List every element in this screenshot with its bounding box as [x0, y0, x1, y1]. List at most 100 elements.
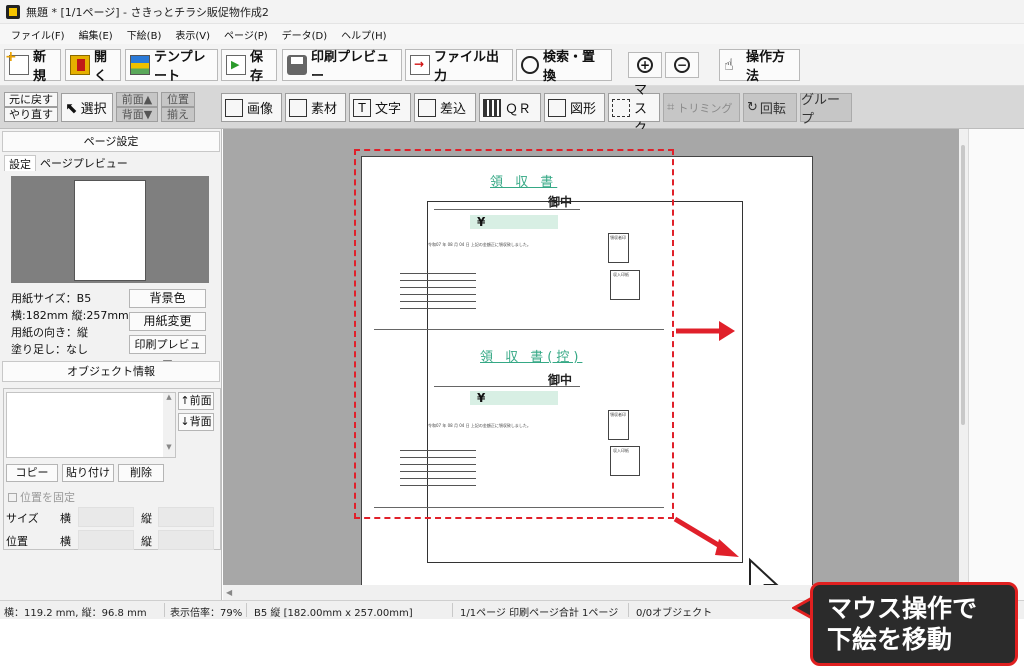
menu-background[interactable]: 下絵(B)	[120, 27, 169, 42]
scroll-left-icon[interactable]: ◀	[226, 588, 232, 597]
order-group: 前面▲ 背面▼	[116, 92, 158, 123]
change-paper-button[interactable]: 用紙変更	[129, 312, 206, 331]
page-info: 1/1ページ 印刷ページ合計 1ページ	[460, 608, 619, 619]
search-icon	[521, 56, 539, 74]
zoom-in-icon: +	[637, 57, 653, 73]
redo-button[interactable]: やり直す	[4, 107, 58, 122]
size-row: サイズ 横 縦	[4, 506, 220, 528]
zoom-level: 表示倍率：79%	[170, 608, 243, 619]
undo-redo-group: 元に戻す やり直す	[4, 92, 58, 123]
paste-button[interactable]: 貼り付け	[62, 464, 114, 482]
howto-button[interactable]: ☝ 操作方法	[719, 49, 800, 84]
edit-toolbar: 元に戻す やり直す ⬉ 選択 前面▲ 背面▼ 位置 揃え 画像 素材 T 文字 …	[0, 83, 1024, 136]
align-button[interactable]: 位置 揃え	[161, 92, 195, 123]
undo-button[interactable]: 元に戻す	[4, 92, 58, 107]
page-settings-tabs: 設定 ページプレビュー	[4, 155, 132, 171]
object-list-scrollbar[interactable]: ▲ ▼	[163, 393, 175, 457]
crop-icon: ⌗	[667, 100, 675, 115]
orientation-text: 用紙の向き：縦	[11, 326, 88, 339]
qr-code-icon	[483, 98, 501, 117]
delete-button[interactable]: 削除	[118, 464, 164, 482]
object-back-button[interactable]: ↓背面	[178, 413, 214, 431]
callout-line2: 下絵を移動	[827, 625, 953, 654]
object-list[interactable]: ▲ ▼	[6, 392, 176, 458]
size-width-field[interactable]	[78, 507, 134, 527]
page-thumbnail-area	[11, 176, 209, 283]
save-icon	[226, 55, 246, 75]
lock-position-checkbox[interactable]: 位置を固定	[8, 489, 75, 505]
background-color-button[interactable]: 背景色	[129, 289, 206, 308]
paper-dimensions-text: 横:182mm 縦:257mm	[11, 309, 129, 322]
object-front-button[interactable]: ↑前面	[178, 392, 214, 410]
template-button[interactable]: テンプレート	[125, 49, 218, 84]
text-t-icon: T	[353, 98, 371, 117]
menu-help[interactable]: ヘルプ(H)	[334, 27, 393, 42]
callout-line1: マウス操作で	[827, 594, 978, 623]
shape-icon	[548, 98, 566, 117]
insert-data-button[interactable]: 差込	[414, 93, 476, 122]
new-button[interactable]: 新規	[4, 49, 61, 84]
size-height-field[interactable]	[158, 507, 214, 527]
position-x-field[interactable]	[78, 530, 134, 550]
rotate-button[interactable]: ↻ 回転	[743, 93, 797, 122]
design-canvas[interactable]: 領 収 書 御中 ¥ 令和07 年 08 月 04 日 上記の金額正に領収致しま…	[223, 129, 959, 585]
file-export-icon	[410, 55, 430, 75]
file-export-button[interactable]: ファイル出力	[405, 49, 513, 84]
bring-front-button[interactable]: 前面▲	[116, 92, 158, 107]
trimming-button[interactable]: ⌗ トリミング	[663, 93, 740, 122]
material-icon	[289, 98, 307, 117]
bleed-text: 塗り足し：なし	[11, 343, 88, 356]
tab-page-preview[interactable]: ページプレビュー	[36, 155, 132, 171]
paper-info: B5 縦 [182.00mm x 257.00mm]	[254, 608, 413, 619]
zoom-out-icon: −	[674, 57, 690, 73]
shape-button[interactable]: 図形	[544, 93, 605, 122]
search-replace-button[interactable]: 検索・置換	[516, 49, 612, 84]
print-preview-button[interactable]: 印刷プレビュー	[282, 49, 402, 84]
cursor-coordinates: 横：119.2 mm, 縦：96.8 mm	[4, 608, 147, 619]
object-info-header: オブジェクト情報	[2, 361, 220, 382]
select-button[interactable]: ⬉ 選択	[61, 93, 113, 122]
hand-pointer-icon: ☝	[724, 55, 734, 74]
group-button[interactable]: グループ	[800, 93, 852, 127]
right-arrow-icon	[676, 321, 735, 341]
paper-size-text: 用紙サイズ：B5	[11, 292, 92, 305]
app-logo-icon	[6, 4, 20, 19]
title-bar: 無題 * [1/1ページ] - さきっとチラシ販促物作成2	[0, 0, 1024, 24]
cursor-arrow-icon: ⬉	[65, 98, 78, 117]
open-button[interactable]: 開く	[65, 49, 121, 84]
image-icon	[225, 98, 243, 117]
scroll-down-icon: ▼	[166, 443, 172, 451]
menu-page[interactable]: ページ(P)	[217, 27, 275, 42]
open-door-icon	[70, 55, 90, 75]
scroll-up-icon: ▲	[166, 393, 172, 401]
object-count: 0/0オブジェクト	[636, 608, 713, 619]
template-icon	[130, 55, 150, 75]
object-info-panel: ▲ ▼ ↑前面 ↓背面 コピー 貼り付け 削除 位置を固定 サイズ 横 縦 位置…	[3, 388, 221, 550]
menu-view[interactable]: 表示(V)	[168, 27, 217, 42]
copy-button[interactable]: コピー	[6, 464, 58, 482]
mask-button[interactable]: マスク	[608, 83, 660, 136]
tab-settings[interactable]: 設定	[4, 155, 36, 171]
position-y-field[interactable]	[158, 530, 214, 550]
sidebar-print-preview-button[interactable]: 印刷プレビュー	[129, 335, 206, 368]
page-thumbnail	[74, 180, 146, 281]
qr-button[interactable]: ＱＲ	[479, 93, 541, 122]
zoom-in-button[interactable]: +	[628, 52, 662, 78]
callout-box: マウス操作で 下絵を移動	[810, 582, 1018, 666]
annotation-arrows	[673, 321, 779, 585]
text-button[interactable]: T 文字	[349, 93, 411, 122]
menu-edit[interactable]: 編集(E)	[72, 27, 120, 42]
material-button[interactable]: 素材	[285, 93, 346, 122]
printer-icon	[287, 55, 307, 75]
vertical-scrollbar[interactable]	[959, 129, 968, 585]
down-right-arrow-icon	[673, 516, 739, 557]
image-button[interactable]: 画像	[221, 93, 282, 122]
window-title: 無題 * [1/1ページ] - さきっとチラシ販促物作成2	[26, 5, 269, 19]
menu-data[interactable]: データ(D)	[275, 27, 335, 42]
send-back-button[interactable]: 背面▼	[116, 107, 158, 122]
position-row: 位置 横 縦	[4, 529, 220, 551]
save-button[interactable]: 保存	[221, 49, 277, 84]
rotate-icon: ↻	[747, 100, 758, 115]
zoom-out-button[interactable]: −	[665, 52, 699, 78]
menu-file[interactable]: ファイル(F)	[4, 27, 72, 42]
